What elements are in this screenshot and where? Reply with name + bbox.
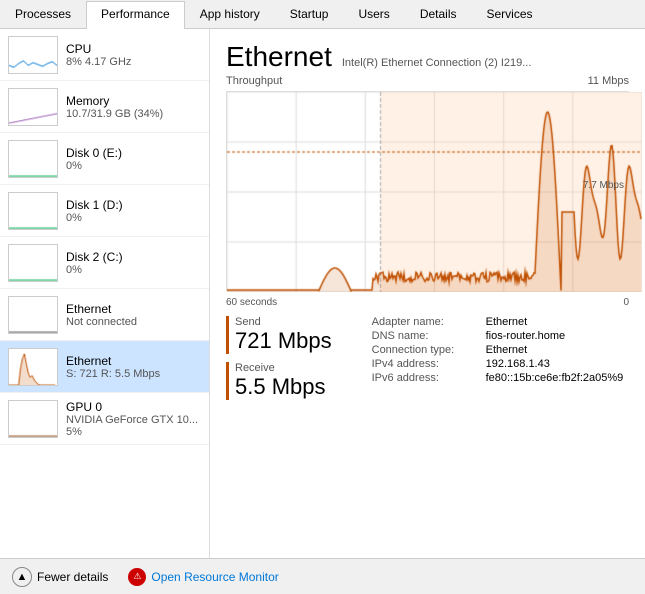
sidebar-title-disk1: Disk 1 (D:) bbox=[66, 198, 201, 212]
sidebar-thumb-cpu bbox=[8, 36, 58, 74]
tab-apphistory[interactable]: App history bbox=[185, 1, 275, 29]
sidebar-item-ethernet-nc[interactable]: EthernetNot connected bbox=[0, 289, 209, 341]
sidebar-sub-ethernet-active: S: 721 R: 5.5 Mbps bbox=[66, 368, 201, 380]
open-monitor-label: Open Resource Monitor bbox=[151, 570, 278, 584]
panel-subtitle: Intel(R) Ethernet Connection (2) I219... bbox=[342, 57, 532, 69]
sidebar-thumb-disk0 bbox=[8, 140, 58, 178]
recv-value: 5.5 Mbps bbox=[235, 374, 332, 400]
dns-key: DNS name: bbox=[372, 330, 482, 342]
sidebar-title-gpu0: GPU 0 bbox=[66, 400, 201, 414]
send-label: Send bbox=[235, 316, 332, 328]
sidebar-item-disk0[interactable]: Disk 0 (E:)0% bbox=[0, 133, 209, 185]
sidebar-title-ethernet-active: Ethernet bbox=[66, 354, 201, 368]
sidebar-thumb-disk1 bbox=[8, 192, 58, 230]
sidebar-title-cpu: CPU bbox=[66, 42, 201, 56]
tab-bar: ProcessesPerformanceApp historyStartupUs… bbox=[0, 0, 645, 29]
sidebar-sub-disk2: 0% bbox=[66, 264, 201, 276]
sidebar-item-disk1[interactable]: Disk 1 (D:)0% bbox=[0, 185, 209, 237]
monitor-icon: ⚠ bbox=[128, 568, 146, 586]
ipv6-val: fe80::15b:ce6e:fb2f:2a05%9 bbox=[486, 372, 624, 384]
conn-type-key: Connection type: bbox=[372, 344, 482, 356]
sidebar-item-gpu0[interactable]: GPU 0NVIDIA GeForce GTX 10... 5% bbox=[0, 393, 209, 445]
sidebar-sub-cpu: 8% 4.17 GHz bbox=[66, 56, 201, 68]
panel-title: Ethernet bbox=[226, 41, 332, 73]
ipv4-key: IPv4 address: bbox=[372, 358, 482, 370]
tab-performance[interactable]: Performance bbox=[86, 1, 185, 29]
fewer-details-label: Fewer details bbox=[37, 570, 108, 584]
ethernet-chart: 7.7 Mbps bbox=[226, 91, 629, 291]
sidebar-thumb-ethernet-nc bbox=[8, 296, 58, 334]
tab-details[interactable]: Details bbox=[405, 1, 472, 29]
sidebar-sub-ethernet-nc: Not connected bbox=[66, 316, 201, 328]
send-value: 721 Mbps bbox=[235, 328, 332, 354]
sidebar-sub-disk0: 0% bbox=[66, 160, 201, 172]
ipv6-key: IPv6 address: bbox=[372, 372, 482, 384]
info-grid: Adapter name: Ethernet DNS name: fios-ro… bbox=[372, 316, 624, 386]
sidebar-sub-memory: 10.7/31.9 GB (34%) bbox=[66, 108, 201, 120]
conn-type-val: Ethernet bbox=[486, 344, 528, 356]
sidebar-thumb-disk2 bbox=[8, 244, 58, 282]
open-resource-monitor-button[interactable]: ⚠ Open Resource Monitor bbox=[128, 568, 278, 586]
sidebar-thumb-memory bbox=[8, 88, 58, 126]
sidebar-item-disk2[interactable]: Disk 2 (C:)0% bbox=[0, 237, 209, 289]
throughput-label: Throughput bbox=[226, 75, 282, 87]
sidebar-title-ethernet-nc: Ethernet bbox=[66, 302, 201, 316]
sidebar-sub-disk1: 0% bbox=[66, 212, 201, 224]
sidebar: CPU8% 4.17 GHzMemory10.7/31.9 GB (34%)Di… bbox=[0, 29, 210, 558]
tab-startup[interactable]: Startup bbox=[275, 1, 344, 29]
right-panel: Ethernet Intel(R) Ethernet Connection (2… bbox=[210, 29, 645, 558]
tab-services[interactable]: Services bbox=[472, 1, 548, 29]
tab-processes[interactable]: Processes bbox=[0, 1, 86, 29]
sidebar-sub-gpu0: NVIDIA GeForce GTX 10... 5% bbox=[66, 414, 201, 438]
adapter-name-key: Adapter name: bbox=[372, 316, 482, 328]
dns-val: fios-router.home bbox=[486, 330, 565, 342]
tab-users[interactable]: Users bbox=[343, 1, 404, 29]
sidebar-title-disk0: Disk 0 (E:) bbox=[66, 146, 201, 160]
sidebar-item-cpu[interactable]: CPU8% 4.17 GHz bbox=[0, 29, 209, 81]
sidebar-item-ethernet-active[interactable]: EthernetS: 721 R: 5.5 Mbps bbox=[0, 341, 209, 393]
sidebar-item-memory[interactable]: Memory10.7/31.9 GB (34%) bbox=[0, 81, 209, 133]
ipv4-val: 192.168.1.43 bbox=[486, 358, 550, 370]
sidebar-title-memory: Memory bbox=[66, 94, 201, 108]
chart-ylabel: 7.7 Mbps bbox=[583, 180, 624, 191]
adapter-name-val: Ethernet bbox=[486, 316, 528, 328]
sidebar-thumb-gpu0 bbox=[8, 400, 58, 438]
sidebar-title-disk2: Disk 2 (C:) bbox=[66, 250, 201, 264]
chart-xlabel: 60 seconds 0 bbox=[226, 297, 629, 308]
ymax-label: 11 Mbps bbox=[588, 75, 629, 87]
footer: ▲ Fewer details ⚠ Open Resource Monitor bbox=[0, 558, 645, 594]
sidebar-thumb-ethernet-active bbox=[8, 348, 58, 386]
fewer-details-button[interactable]: ▲ Fewer details bbox=[12, 567, 108, 587]
recv-label: Receive bbox=[235, 362, 332, 374]
chevron-up-icon: ▲ bbox=[12, 567, 32, 587]
